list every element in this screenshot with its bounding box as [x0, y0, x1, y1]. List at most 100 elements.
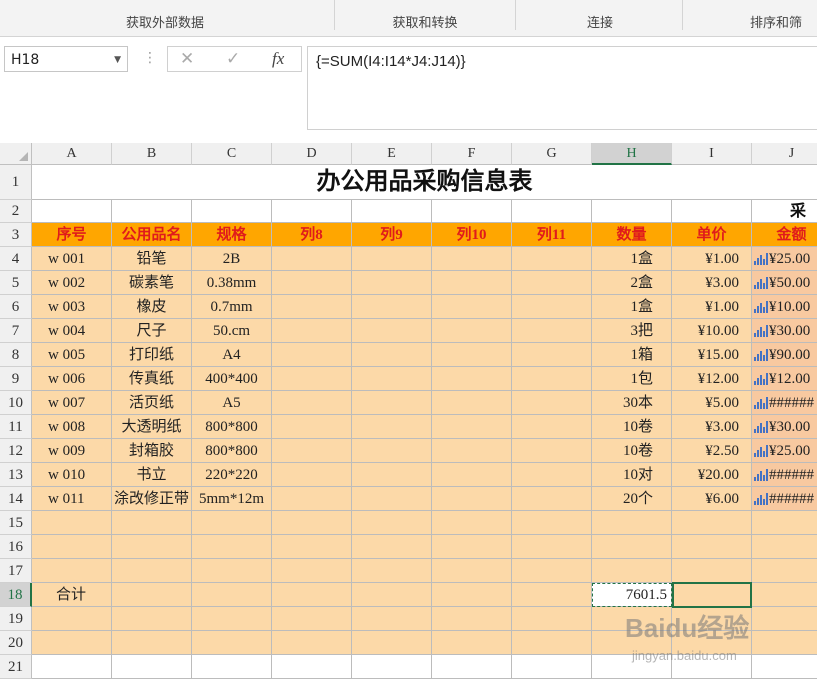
- table-cell[interactable]: A5: [192, 391, 272, 415]
- table-cell[interactable]: 书立: [112, 463, 192, 487]
- table-cell[interactable]: [512, 271, 592, 295]
- empty-cell[interactable]: [432, 631, 512, 655]
- table-cell[interactable]: [352, 271, 432, 295]
- column-header-c[interactable]: C: [192, 143, 272, 165]
- empty-cell[interactable]: [352, 559, 432, 583]
- table-cell[interactable]: [512, 439, 592, 463]
- table-cell[interactable]: ¥25.00: [752, 439, 817, 463]
- empty-cell[interactable]: [32, 655, 112, 679]
- empty-cell[interactable]: [272, 631, 352, 655]
- table-cell[interactable]: [272, 367, 352, 391]
- empty-cell[interactable]: [672, 535, 752, 559]
- table-cell[interactable]: [432, 415, 512, 439]
- ribbon-group-connections[interactable]: 连接: [560, 12, 640, 31]
- chevron-down-icon[interactable]: ▼: [114, 47, 121, 73]
- table-cell[interactable]: 铅笔: [112, 247, 192, 271]
- table-cell[interactable]: ¥3.00: [672, 271, 752, 295]
- table-cell[interactable]: 1箱: [592, 343, 672, 367]
- table-cell[interactable]: [432, 271, 512, 295]
- empty-cell[interactable]: [352, 511, 432, 535]
- row2-cell[interactable]: [192, 200, 272, 223]
- row-header-10[interactable]: 10: [0, 391, 32, 415]
- empty-cell[interactable]: [432, 583, 512, 607]
- enter-icon[interactable]: ✓: [226, 49, 240, 69]
- row-header-3[interactable]: 3: [0, 223, 32, 247]
- row-header-14[interactable]: 14: [0, 487, 32, 511]
- table-cell[interactable]: ######: [752, 463, 817, 487]
- table-cell[interactable]: [432, 247, 512, 271]
- table-cell[interactable]: 10卷: [592, 439, 672, 463]
- table-cell[interactable]: [272, 247, 352, 271]
- table-cell[interactable]: [352, 343, 432, 367]
- header-cell[interactable]: 规格: [192, 223, 272, 247]
- table-cell[interactable]: [512, 319, 592, 343]
- row2-cell[interactable]: [592, 200, 672, 223]
- empty-cell[interactable]: [272, 511, 352, 535]
- row2-cell[interactable]: [352, 200, 432, 223]
- table-cell[interactable]: 打印纸: [112, 343, 192, 367]
- empty-cell[interactable]: [272, 655, 352, 679]
- empty-cell[interactable]: [592, 559, 672, 583]
- table-cell[interactable]: [272, 463, 352, 487]
- empty-cell[interactable]: [32, 511, 112, 535]
- row-header-16[interactable]: 16: [0, 535, 32, 559]
- empty-cell[interactable]: [432, 607, 512, 631]
- table-cell[interactable]: w 007: [32, 391, 112, 415]
- empty-cell[interactable]: [272, 559, 352, 583]
- row-header-21[interactable]: 21: [0, 655, 32, 679]
- row-header-17[interactable]: 17: [0, 559, 32, 583]
- empty-cell[interactable]: [752, 559, 817, 583]
- ribbon-group-sort-filter[interactable]: 排序和筛: [750, 12, 817, 31]
- table-cell[interactable]: [272, 439, 352, 463]
- empty-cell[interactable]: [512, 607, 592, 631]
- row-header-2[interactable]: 2: [0, 200, 32, 223]
- table-cell[interactable]: 2B: [192, 247, 272, 271]
- table-cell[interactable]: 220*220: [192, 463, 272, 487]
- table-cell[interactable]: ######: [752, 487, 817, 511]
- table-cell[interactable]: [352, 439, 432, 463]
- table-cell[interactable]: 3把: [592, 319, 672, 343]
- empty-cell[interactable]: [752, 511, 817, 535]
- empty-cell[interactable]: [752, 655, 817, 679]
- active-cell-selection[interactable]: [672, 582, 752, 608]
- table-cell[interactable]: ¥30.00: [752, 319, 817, 343]
- empty-cell[interactable]: [192, 583, 272, 607]
- row-header-15[interactable]: 15: [0, 511, 32, 535]
- empty-cell[interactable]: [352, 631, 432, 655]
- table-cell[interactable]: ¥6.00: [672, 487, 752, 511]
- row-header-18[interactable]: 18: [0, 583, 32, 607]
- header-cell[interactable]: 数量: [592, 223, 672, 247]
- table-cell[interactable]: 10卷: [592, 415, 672, 439]
- table-cell[interactable]: ¥30.00: [752, 415, 817, 439]
- table-cell[interactable]: [512, 391, 592, 415]
- table-cell[interactable]: 30本: [592, 391, 672, 415]
- empty-cell[interactable]: [352, 607, 432, 631]
- empty-cell[interactable]: [352, 535, 432, 559]
- table-cell[interactable]: [432, 463, 512, 487]
- table-cell[interactable]: [272, 487, 352, 511]
- table-cell[interactable]: [512, 247, 592, 271]
- table-cell[interactable]: 50.cm: [192, 319, 272, 343]
- table-cell[interactable]: w 001: [32, 247, 112, 271]
- more-options-icon[interactable]: ⋮: [143, 50, 157, 66]
- table-cell[interactable]: [272, 415, 352, 439]
- empty-cell[interactable]: [112, 511, 192, 535]
- empty-cell[interactable]: [112, 583, 192, 607]
- header-cell[interactable]: 公用品名: [112, 223, 192, 247]
- table-cell[interactable]: 0.38mm: [192, 271, 272, 295]
- header-cell[interactable]: 序号: [32, 223, 112, 247]
- table-cell[interactable]: w 011: [32, 487, 112, 511]
- cancel-icon[interactable]: ✕: [180, 49, 194, 69]
- empty-cell[interactable]: [752, 607, 817, 631]
- empty-cell[interactable]: [192, 631, 272, 655]
- table-cell[interactable]: 封箱胶: [112, 439, 192, 463]
- row2-cell[interactable]: [272, 200, 352, 223]
- table-cell[interactable]: ¥10.00: [752, 295, 817, 319]
- row-header-1[interactable]: 1: [0, 165, 32, 200]
- empty-cell[interactable]: [352, 583, 432, 607]
- table-cell[interactable]: 2盒: [592, 271, 672, 295]
- table-cell[interactable]: ¥50.00: [752, 271, 817, 295]
- formula-input[interactable]: {=SUM(I4:I14*J4:J14)}: [307, 46, 817, 130]
- table-cell[interactable]: w 004: [32, 319, 112, 343]
- column-header-e[interactable]: E: [352, 143, 432, 165]
